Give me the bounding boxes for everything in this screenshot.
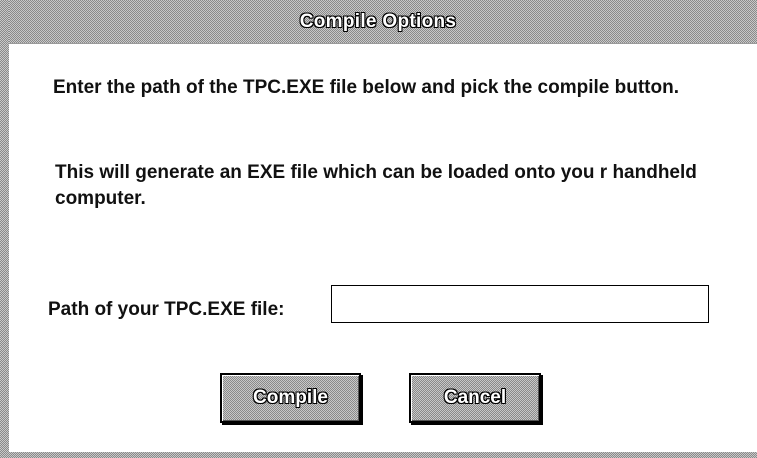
dialog-content: Enter the path of the TPC.EXE file below… xyxy=(9,45,757,452)
window-frame-bottom xyxy=(0,452,757,458)
cancel-button[interactable]: Cancel xyxy=(409,373,541,423)
path-field-label: Path of your TPC.EXE file: xyxy=(48,299,285,320)
dialog-title: Compile Options xyxy=(299,10,457,32)
compile-button[interactable]: Compile xyxy=(220,373,361,423)
instruction-text-1: Enter the path of the TPC.EXE file below… xyxy=(53,77,679,98)
path-input[interactable] xyxy=(331,285,709,323)
cancel-button-label: Cancel xyxy=(443,387,507,408)
instruction-text-2: This will generate an EXE file which can… xyxy=(55,162,697,209)
compile-button-label: Compile xyxy=(253,387,328,408)
window-frame-left xyxy=(0,0,9,458)
compile-options-dialog: Compile Options Enter the path of the TP… xyxy=(0,0,757,458)
title-bar[interactable]: Compile Options xyxy=(9,0,757,44)
